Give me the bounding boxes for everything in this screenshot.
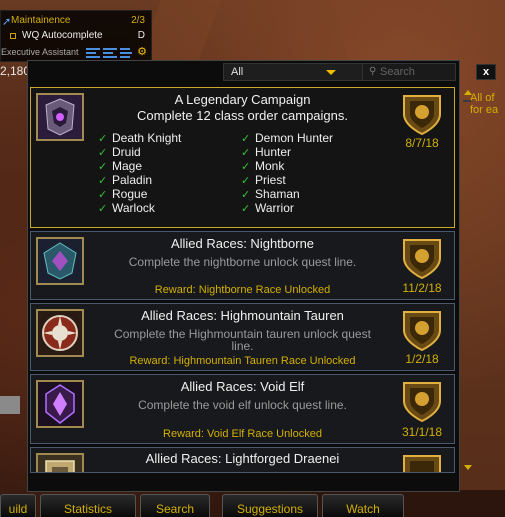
achievement-points-counter: 2,180: [0, 64, 31, 78]
achievement-shield-icon: [403, 382, 441, 423]
search-placeholder: Search: [380, 66, 415, 78]
side-panel-button[interactable]: [0, 396, 20, 414]
filter-bar: All: [223, 63, 383, 81]
criteria-item: ✓ Hunter: [241, 145, 292, 160]
achievement-description: Complete the void elf unlock quest line.: [138, 398, 347, 412]
achievement-date: 8/7/18: [405, 136, 439, 150]
criteria-item: ✓ Warlock: [98, 201, 155, 216]
scroll-down-arrow-icon[interactable]: [464, 465, 472, 470]
achievement-card[interactable]: Allied Races: Nightborne Complete the ni…: [30, 231, 455, 300]
wq-autocomplete-label: WQ Autocomplete: [22, 30, 103, 41]
tracker-assistant-row[interactable]: Executive Assistant ⚙: [1, 45, 151, 59]
checkmark-icon: ✓: [98, 161, 108, 173]
achievement-description: Complete 12 class order campaigns.: [137, 108, 348, 123]
achievement-title: A Legendary Campaign: [174, 92, 311, 107]
tracker-wq-row[interactable]: WQ Autocomplete D: [1, 29, 151, 43]
criteria-item: ✓ Mage: [98, 159, 143, 174]
achievement-title: Allied Races: Lightforged Draenei: [145, 451, 340, 466]
achievement-reward: Reward: Highmountain Tauren Race Unlocke…: [129, 355, 356, 367]
quest-pin-icon: ➚: [2, 16, 12, 28]
achievement-title: Allied Races: Highmountain Tauren: [141, 308, 344, 323]
wq-checkbox[interactable]: [10, 33, 16, 39]
achievement-reward: Reward: Nightborne Race Unlocked: [154, 284, 331, 296]
scrollbar-thumb[interactable]: [463, 100, 471, 102]
checkmark-icon: ✓: [98, 133, 108, 145]
helmet-icon: [36, 93, 84, 141]
wq-difficulty: D: [137, 30, 145, 41]
checkmark-icon: ✓: [241, 203, 251, 215]
achievement-shield-icon: [403, 311, 441, 352]
checkmark-icon: ✓: [98, 189, 108, 201]
tab-suggestions[interactable]: Suggestions: [222, 494, 318, 517]
side-description-text: All of for ea: [470, 92, 499, 116]
achievement-reward: Reward: Void Elf Race Unlocked: [163, 428, 322, 440]
filter-dropdown[interactable]: All: [223, 63, 383, 81]
search-input[interactable]: ⚲ Search: [362, 63, 456, 81]
achievement-shield-icon: [403, 455, 441, 472]
achievement-description: Complete the Highmountain tauren unlock …: [114, 327, 371, 353]
achievement-description: Complete the nightborne unlock quest lin…: [128, 255, 357, 269]
tab-watch[interactable]: Watch: [322, 494, 404, 517]
achievement-tabs: uild Statistics Search Suggestions Watch: [0, 494, 505, 517]
tracker-quest-count: 2/3: [131, 15, 145, 26]
gear-icon[interactable]: ⚙: [137, 45, 147, 59]
criteria-list-right: ✓ Demon Hunter ✓ Hunter ✓ Monk ✓ Priest ✓ Sha…: [241, 132, 333, 216]
achievement-card[interactable]: A Legendary Campaign Complete 12 class o…: [30, 87, 455, 228]
criteria-item: ✓ Monk: [241, 159, 285, 174]
criteria-item: ✓ Priest: [241, 173, 286, 188]
assistant-menu-icon[interactable]: [86, 47, 134, 59]
achievement-card[interactable]: Allied Races: Void Elf Complete the void…: [30, 374, 455, 444]
criteria-item: ✓ Druid: [98, 145, 141, 160]
achievement-title: Allied Races: Void Elf: [180, 379, 305, 394]
tab-search[interactable]: Search: [140, 494, 210, 517]
criteria-item: ✓ Paladin: [98, 173, 153, 188]
lightforged-crest-icon: [36, 453, 84, 472]
achievement-date: 31/1/18: [401, 425, 443, 439]
tracker-quest-row[interactable]: ➚ Maintainence 2/3: [1, 14, 151, 28]
tab-guild[interactable]: uild: [0, 494, 36, 517]
chevron-down-icon: [326, 70, 336, 75]
tracker-quest-title: Maintainence: [11, 15, 71, 26]
void-elf-crest-icon: [36, 380, 84, 428]
filter-selected-value: All: [231, 66, 244, 78]
checkmark-icon: ✓: [98, 203, 108, 215]
checkmark-icon: ✓: [241, 175, 251, 187]
search-icon: ⚲: [369, 66, 377, 77]
checkmark-icon: ✓: [241, 161, 251, 173]
achievement-date: 1/2/18: [405, 352, 439, 366]
achievement-title: Allied Races: Nightborne: [170, 236, 315, 251]
criteria-item: ✓ Death Knight: [98, 131, 182, 146]
tab-statistics[interactable]: Statistics: [40, 494, 136, 517]
close-button[interactable]: x: [476, 64, 496, 80]
checkmark-icon: ✓: [98, 147, 108, 159]
executive-assistant-label: Executive Assistant: [1, 47, 79, 57]
criteria-item: ✓ Rogue: [98, 187, 148, 202]
checkmark-icon: ✓: [241, 133, 251, 145]
quest-tracker: ➚ Maintainence 2/3 WQ Autocomplete D Exe…: [0, 10, 152, 62]
criteria-list-left: ✓ Death Knight ✓ Druid ✓ Mage ✓ Paladin ✓ Rog…: [98, 132, 181, 216]
criteria-item: ✓ Shaman: [241, 187, 300, 202]
tauren-crest-icon: [36, 309, 84, 357]
criteria-item: ✓ Warrior: [241, 201, 294, 216]
checkmark-icon: ✓: [98, 175, 108, 187]
scroll-up-arrow-icon[interactable]: [464, 90, 472, 95]
achievement-date: 11/2/18: [402, 281, 442, 295]
achievement-card[interactable]: Allied Races: Lightforged Draenei: [30, 447, 455, 473]
checkmark-icon: ✓: [241, 189, 251, 201]
criteria-item: ✓ Demon Hunter: [241, 131, 334, 146]
achievement-card[interactable]: Allied Races: Highmountain Tauren Comple…: [30, 303, 455, 371]
checkmark-icon: ✓: [241, 147, 251, 159]
achievement-shield-icon: [403, 95, 441, 136]
nightborne-crest-icon: [36, 237, 84, 285]
achievement-shield-icon: [403, 239, 441, 280]
